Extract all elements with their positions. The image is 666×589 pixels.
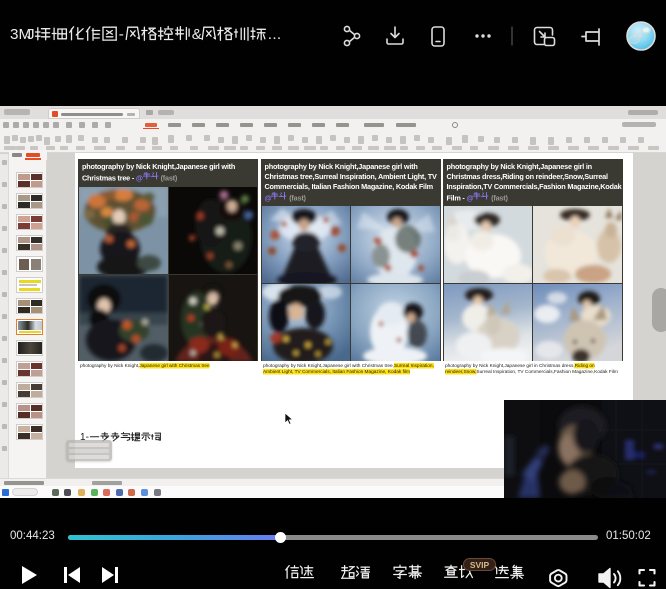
svg-text:J: J (27, 26, 35, 43)
svg-text:.: . (268, 26, 272, 43)
svg-text:3: 3 (10, 26, 18, 43)
svg-text:&: & (192, 26, 202, 43)
svg-text:-: - (119, 26, 124, 43)
svg-text:.: . (277, 26, 281, 43)
